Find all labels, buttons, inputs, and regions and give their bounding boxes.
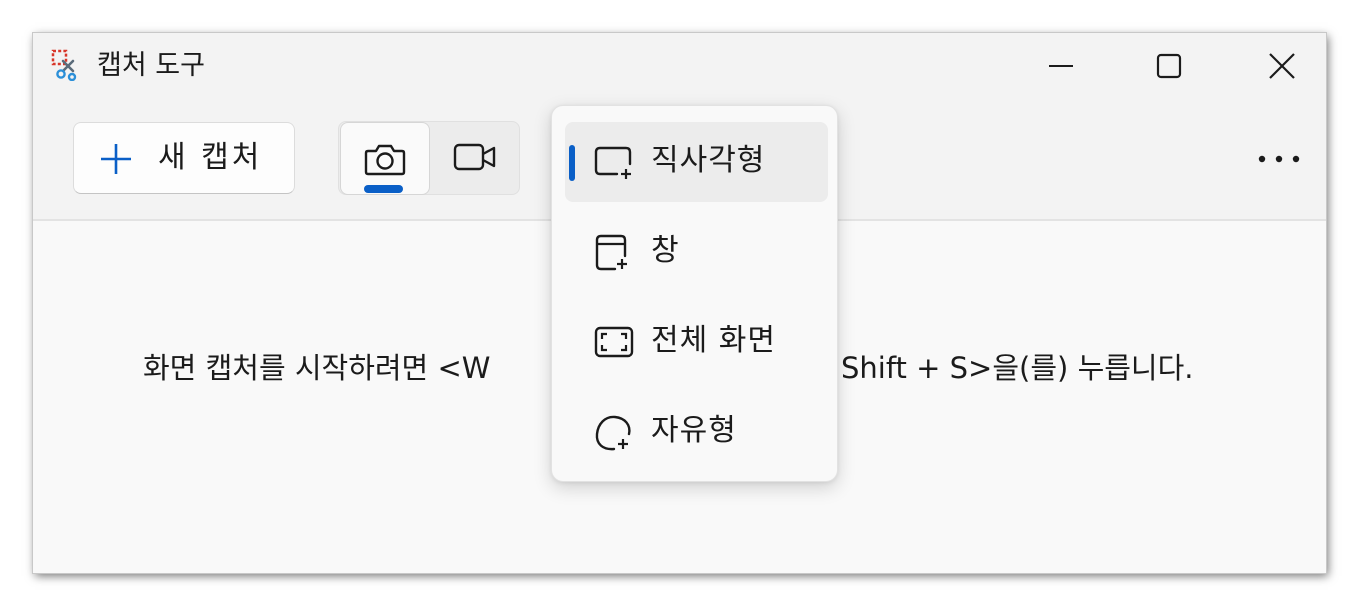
menu-item-fullscreen[interactable]: 전체 화면	[565, 302, 828, 382]
capture-mode-toggle	[338, 121, 520, 195]
camera-icon	[364, 144, 406, 176]
plus-icon	[101, 144, 131, 174]
menu-item-label: 자유형	[651, 413, 737, 448]
menu-item-label: 창	[651, 233, 680, 268]
more-icon	[1258, 155, 1300, 163]
rectangle-snip-icon	[594, 146, 632, 179]
minimize-icon	[1049, 65, 1073, 67]
hint-text-start: 화면 캡처를 시작하려면 <W	[143, 351, 491, 385]
selected-mode-indicator	[364, 185, 403, 193]
menu-item-label: 전체 화면	[651, 323, 776, 358]
fullscreen-snip-icon	[594, 326, 634, 358]
close-icon	[1269, 53, 1295, 79]
close-button[interactable]	[1254, 47, 1310, 85]
maximize-icon	[1156, 53, 1182, 79]
window-snip-icon	[595, 234, 627, 271]
maximize-button[interactable]	[1141, 47, 1197, 85]
photo-mode-button[interactable]	[340, 122, 430, 195]
snip-mode-menu: 직사각형 창 전체 화면 자유형	[551, 105, 838, 482]
minimize-button[interactable]	[1033, 47, 1089, 85]
snipping-tool-app-icon	[51, 49, 77, 81]
new-capture-button[interactable]: 새 캡처	[73, 122, 295, 194]
window-title: 캡처 도구	[97, 50, 205, 81]
menu-item-window[interactable]: 창	[565, 212, 828, 292]
menu-item-freeform[interactable]: 자유형	[565, 392, 828, 472]
selected-item-indicator	[569, 145, 575, 181]
title-bar[interactable]: 캡처 도구	[33, 33, 1326, 99]
menu-item-rectangle[interactable]: 직사각형	[565, 122, 828, 202]
new-capture-label: 새 캡처	[158, 140, 263, 175]
more-options-button[interactable]	[1251, 149, 1307, 169]
hint-text-end: Shift + S>을(를) 누릅니다.	[841, 351, 1194, 385]
video-camera-icon[interactable]	[453, 140, 497, 174]
freeform-snip-icon	[595, 415, 631, 451]
menu-item-label: 직사각형	[651, 143, 766, 178]
